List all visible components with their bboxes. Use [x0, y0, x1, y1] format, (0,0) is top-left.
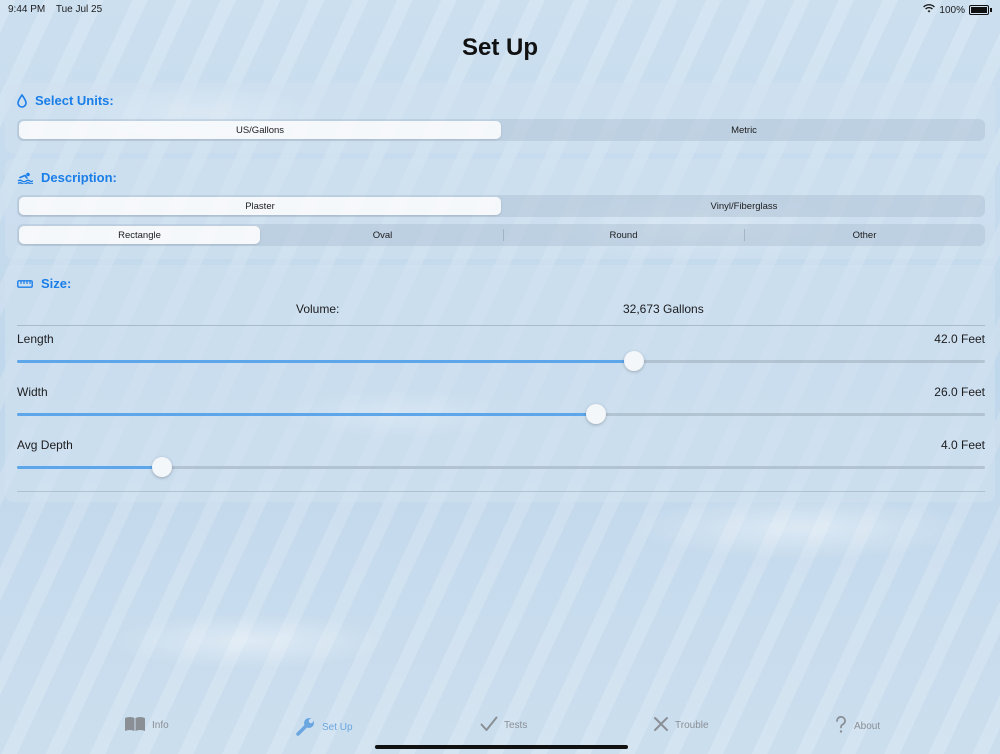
status-right: 100% — [923, 4, 992, 16]
tab-tests[interactable]: Tests — [480, 716, 527, 735]
page-title: Set Up — [461, 34, 538, 61]
length-label: Length — [17, 332, 54, 346]
tab-bar: Info Set Up Tests Trouble About — [0, 714, 1000, 742]
units-option-us-gallons[interactable]: US/Gallons — [19, 121, 501, 139]
width-slider-row: Width 26.0 Feet — [17, 385, 985, 437]
finish-option-vinyl-fiberglass[interactable]: Vinyl/Fiberglass — [503, 195, 985, 217]
wifi-icon — [923, 4, 936, 16]
depth-value: 4.0 Feet — [940, 438, 985, 452]
shape-option-oval[interactable]: Oval — [262, 224, 503, 246]
battery-cap — [990, 8, 992, 12]
units-segmented-control: US/Gallons Metric — [17, 119, 985, 141]
length-slider-thumb[interactable] — [623, 351, 644, 371]
tab-trouble[interactable]: Trouble — [653, 716, 709, 735]
status-date: Tue Jul 25 — [55, 4, 103, 15]
tab-about[interactable]: About — [834, 716, 880, 737]
tab-info[interactable]: Info — [124, 716, 169, 735]
droplet-icon — [17, 93, 27, 108]
depth-slider-row: Avg Depth 4.0 Feet — [17, 438, 985, 490]
tab-set-up[interactable]: Set Up — [296, 716, 353, 739]
depth-slider-thumb[interactable] — [152, 457, 173, 477]
volume-value: 32,673 Gallons — [623, 302, 704, 316]
status-bar: 9:44 PM Tue Jul 25 100% — [0, 0, 1000, 18]
shape-option-round[interactable]: Round — [503, 224, 744, 246]
status-time: 9:44 PM — [8, 4, 46, 15]
shape-segmented-control: Rectangle Oval Round Other — [17, 224, 985, 246]
size-header: Size: — [17, 276, 71, 291]
description-card: Description: Plaster Vinyl/Fiberglass Re… — [5, 159, 995, 259]
length-slider-track[interactable] — [17, 351, 985, 371]
swimmer-icon — [17, 172, 33, 184]
description-header: Description: — [17, 170, 117, 185]
width-slider-track[interactable] — [17, 404, 985, 424]
tab-about-label: About — [854, 721, 881, 732]
x-icon — [653, 716, 669, 735]
depth-label: Avg Depth — [17, 438, 73, 452]
depth-slider-track[interactable] — [17, 457, 985, 477]
length-slider-fill — [17, 360, 634, 363]
tab-info-label: Info — [152, 720, 169, 731]
volume-row: Volume: 32,673 Gallons — [5, 300, 995, 326]
depth-slider-fill — [17, 466, 163, 469]
ruler-icon — [17, 279, 33, 288]
home-indicator — [375, 745, 628, 749]
units-header: Select Units: — [17, 93, 114, 108]
units-card: Select Units: US/Gallons Metric — [5, 83, 995, 153]
battery-percent: 100% — [939, 4, 965, 16]
units-option-metric[interactable]: Metric — [503, 119, 985, 141]
finish-segmented-control: Plaster Vinyl/Fiberglass — [17, 195, 985, 217]
volume-label: Volume: — [296, 302, 340, 316]
width-value: 26.0 Feet — [934, 385, 985, 399]
tab-trouble-label: Trouble — [675, 720, 709, 731]
size-bottom-divider — [17, 491, 985, 492]
finish-option-plaster[interactable]: Plaster — [19, 197, 501, 215]
length-slider-row: Length 42.0 Feet — [17, 332, 985, 384]
shape-option-rectangle[interactable]: Rectangle — [19, 226, 260, 244]
tab-set-up-label: Set Up — [322, 722, 353, 733]
shape-option-other[interactable]: Other — [744, 224, 985, 246]
volume-divider — [17, 325, 985, 326]
width-label: Width — [17, 385, 48, 399]
book-icon — [124, 716, 146, 735]
battery-icon — [969, 5, 989, 15]
units-header-label: Select Units: — [35, 93, 114, 108]
length-value: 42.0 Feet — [934, 332, 985, 346]
width-slider-fill — [17, 413, 596, 416]
checkmark-icon — [480, 716, 498, 735]
question-icon — [834, 716, 848, 737]
status-left: 9:44 PM Tue Jul 25 — [8, 4, 110, 15]
width-slider-thumb[interactable] — [585, 404, 606, 424]
description-header-label: Description: — [41, 170, 117, 185]
tab-tests-label: Tests — [504, 720, 528, 731]
size-header-label: Size: — [41, 276, 72, 291]
wrench-icon — [296, 716, 316, 739]
